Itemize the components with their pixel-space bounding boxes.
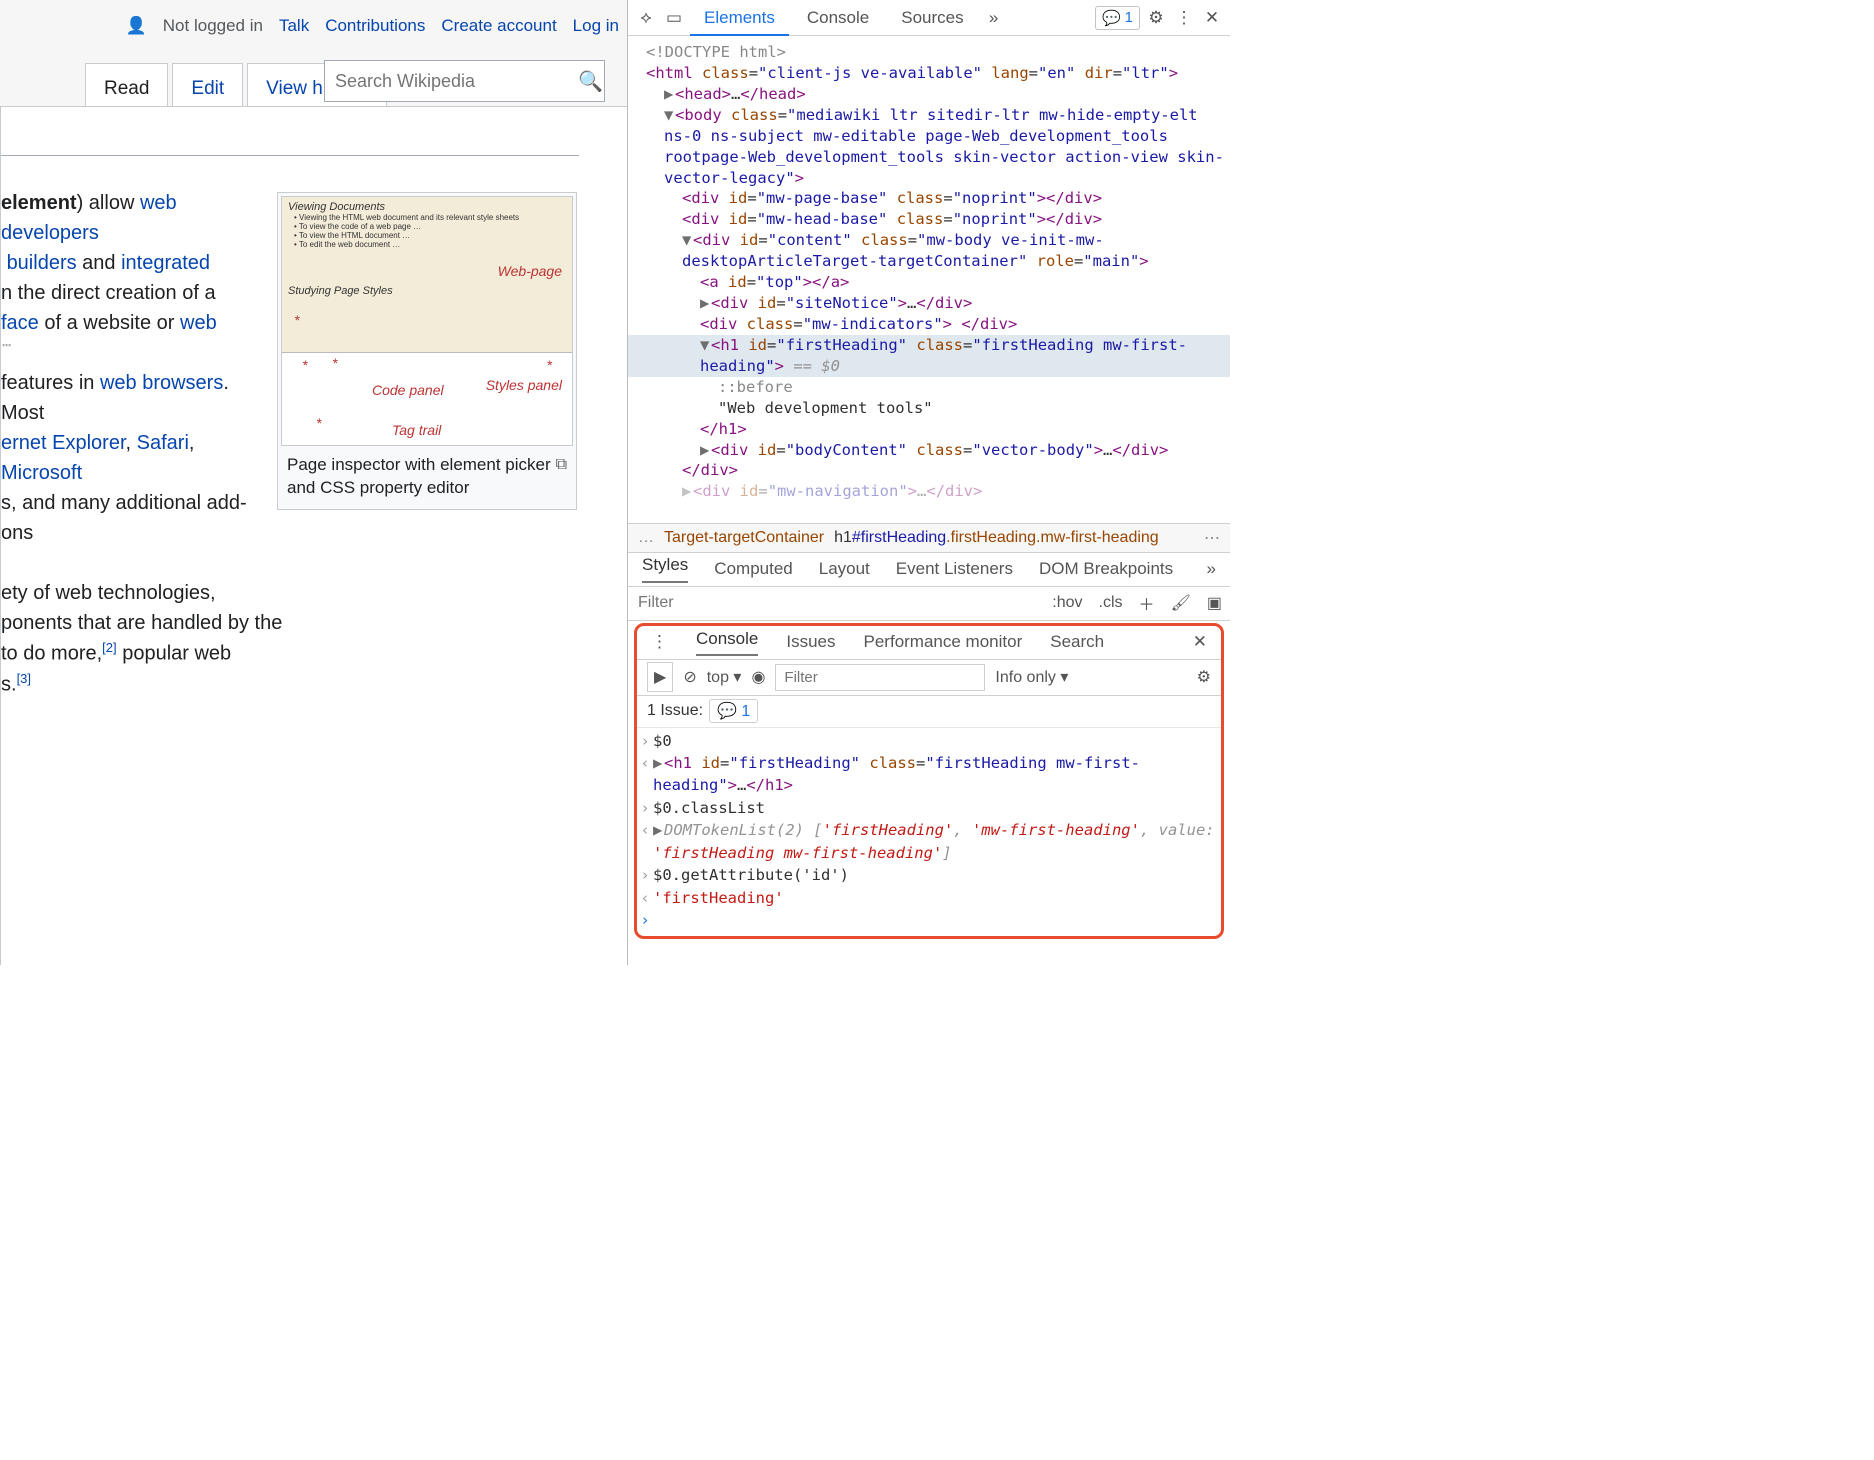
crumb-selected[interactable]: h1#firstHeading.firstHeading.mw-first-he…	[834, 529, 1159, 547]
article-paragraph: ety of web technologies, ponents that ar…	[1, 578, 607, 699]
enlarge-icon[interactable]: ⧉	[556, 454, 567, 476]
more-style-tabs-icon[interactable]: »	[1207, 559, 1216, 579]
styles-tab-dombreakpoints[interactable]: DOM Breakpoints	[1039, 559, 1173, 579]
console-input: $0.classList	[653, 797, 1221, 819]
styles-tab-styles[interactable]: Styles	[642, 555, 688, 583]
paint-icon[interactable]: 🖌	[1163, 593, 1199, 613]
issues-badge[interactable]: 💬 1	[1095, 6, 1140, 30]
thumb-label-webpage: Web-page	[498, 263, 562, 279]
drawer-tab-console[interactable]: Console	[696, 629, 758, 656]
thumb-header: Viewing Documents	[282, 197, 572, 213]
console-output[interactable]: ›$0 ‹▶<h1 id="firstHeading" class="first…	[637, 728, 1221, 936]
thumb-label-tagtrail: Tag trail	[392, 422, 441, 438]
search-box[interactable]: 🔍	[324, 60, 605, 102]
drawer-close-icon[interactable]: ✕	[1193, 632, 1207, 652]
console-output-line: ▶DOMTokenList(2) ['firstHeading', 'mw-fi…	[653, 819, 1221, 864]
styles-tab-layout[interactable]: Layout	[819, 559, 870, 579]
wikipedia-page: 👤 Not logged in Talk Contributions Creat…	[0, 0, 628, 965]
console-toolbar: ▶ ⊘ top ▾ ◉ Info only ▾ ⚙	[637, 660, 1221, 696]
hov-button[interactable]: :hov	[1044, 594, 1090, 612]
sidebar-toggle-icon[interactable]: ▶	[647, 662, 673, 692]
login-link[interactable]: Log in	[573, 16, 619, 36]
link-web-browsers[interactable]: web browsers	[100, 372, 223, 394]
devtools-tabbar: ⟡ ▭ Elements Console Sources » 💬 1 ⚙ ⋮ ✕	[628, 0, 1230, 36]
drawer-tab-search[interactable]: Search	[1050, 632, 1104, 652]
thumb-label-stylespanel: Styles panel	[486, 377, 562, 393]
tab-console[interactable]: Console	[793, 0, 883, 36]
link-microsoft[interactable]: Microsoft	[1, 462, 82, 484]
contributions-link[interactable]: Contributions	[325, 16, 425, 36]
devtools: ⟡ ▭ Elements Console Sources » 💬 1 ⚙ ⋮ ✕…	[628, 0, 1230, 965]
user-links: 👤 Not logged in Talk Contributions Creat…	[126, 16, 619, 36]
kebab-icon[interactable]: ⋮	[1172, 8, 1196, 28]
console-input: $0.getAttribute('id')	[653, 864, 1221, 886]
search-input[interactable]	[325, 71, 577, 92]
link-ie[interactable]: ernet Explorer	[1, 432, 126, 454]
dom-text[interactable]: "Web development tools"	[628, 398, 1230, 419]
new-style-rule-icon[interactable]: ＋	[1131, 591, 1163, 615]
search-icon[interactable]: 🔍	[577, 69, 604, 94]
clear-console-icon[interactable]: ⊘	[683, 667, 696, 687]
thumbnail-caption: ⧉ Page inspector with element picker and…	[281, 446, 573, 506]
link-web[interactable]: web	[180, 312, 217, 334]
console-drawer: ⋮ Console Issues Performance monitor Sea…	[634, 623, 1224, 939]
more-tabs-icon[interactable]: »	[982, 8, 1006, 28]
styles-tab-eventlisteners[interactable]: Event Listeners	[896, 559, 1013, 579]
console-settings-icon[interactable]: ⚙	[1197, 667, 1211, 687]
link-builders[interactable]: builders	[7, 252, 77, 274]
thumbnail: Viewing Documents • Viewing the HTML web…	[277, 192, 577, 510]
thumbnail-image[interactable]: Viewing Documents • Viewing the HTML web…	[281, 196, 573, 446]
inspect-icon[interactable]: ⟡	[634, 8, 658, 28]
live-expression-icon[interactable]: ◉	[751, 667, 765, 687]
styles-tabbar: Styles Computed Layout Event Listeners D…	[628, 553, 1230, 587]
link-integrated[interactable]: integrated	[121, 252, 210, 274]
close-icon[interactable]: ✕	[1200, 8, 1224, 28]
device-toggle-icon[interactable]: ▭	[662, 8, 686, 28]
create-account-link[interactable]: Create account	[441, 16, 556, 36]
drawer-tabbar: ⋮ Console Issues Performance monitor Sea…	[637, 626, 1221, 660]
dom-node[interactable]: </h1>	[628, 419, 1230, 440]
console-output-line: 'firstHeading'	[653, 887, 1221, 909]
log-level-select[interactable]: Info only ▾	[995, 667, 1068, 687]
styles-filter-input[interactable]	[628, 594, 928, 612]
console-input: $0	[653, 730, 1221, 752]
footnote-3[interactable]: [3]	[17, 671, 31, 686]
styles-filter-row: :hov .cls ＋ 🖌 ▣	[628, 587, 1230, 621]
link-safari[interactable]: Safari	[137, 432, 189, 454]
dom-node[interactable]: <!DOCTYPE html>	[628, 42, 1230, 63]
drawer-tab-perfmon[interactable]: Performance monitor	[864, 632, 1023, 652]
styles-tab-computed[interactable]: Computed	[714, 559, 792, 579]
not-logged-in: Not logged in	[163, 16, 263, 36]
crumb-ellipsis[interactable]: …	[638, 529, 654, 547]
tab-sources[interactable]: Sources	[887, 0, 977, 36]
thumb-label-codepanel: Code panel	[372, 382, 444, 398]
cls-button[interactable]: .cls	[1091, 594, 1131, 612]
context-select[interactable]: top ▾	[707, 667, 742, 687]
user-icon: 👤	[126, 16, 147, 36]
dom-pseudo[interactable]: ::before	[628, 377, 1230, 398]
article-body: Viewing Documents • Viewing the HTML web…	[0, 106, 627, 965]
console-output-line: ▶<h1 id="firstHeading" class="firstHeadi…	[653, 752, 1221, 797]
dom-breadcrumb[interactable]: … Target-targetContainer h1#firstHeading…	[628, 523, 1230, 553]
tab-elements[interactable]: Elements	[690, 0, 789, 36]
talk-link[interactable]: Talk	[279, 16, 309, 36]
gear-icon[interactable]: ⚙	[1144, 8, 1168, 28]
dom-tree[interactable]: <!DOCTYPE html> <html class="client-js v…	[628, 36, 1230, 523]
toggle-computed-icon[interactable]: ▣	[1199, 593, 1230, 613]
console-filter-input[interactable]	[775, 664, 985, 691]
dom-node-selected[interactable]: ⋯ ▼<h1 id="firstHeading" class="firstHea…	[628, 335, 1230, 377]
thumb-subheader: Studying Page Styles	[282, 281, 572, 297]
link-face[interactable]: face	[1, 312, 39, 334]
crumb-container[interactable]: Target-targetContainer	[664, 529, 824, 547]
issue-strip[interactable]: 1 Issue: 💬 1	[637, 696, 1221, 728]
drawer-kebab-icon[interactable]: ⋮	[651, 632, 668, 652]
drawer-tab-issues[interactable]: Issues	[786, 632, 835, 652]
footnote-2[interactable]: [2]	[102, 640, 116, 655]
